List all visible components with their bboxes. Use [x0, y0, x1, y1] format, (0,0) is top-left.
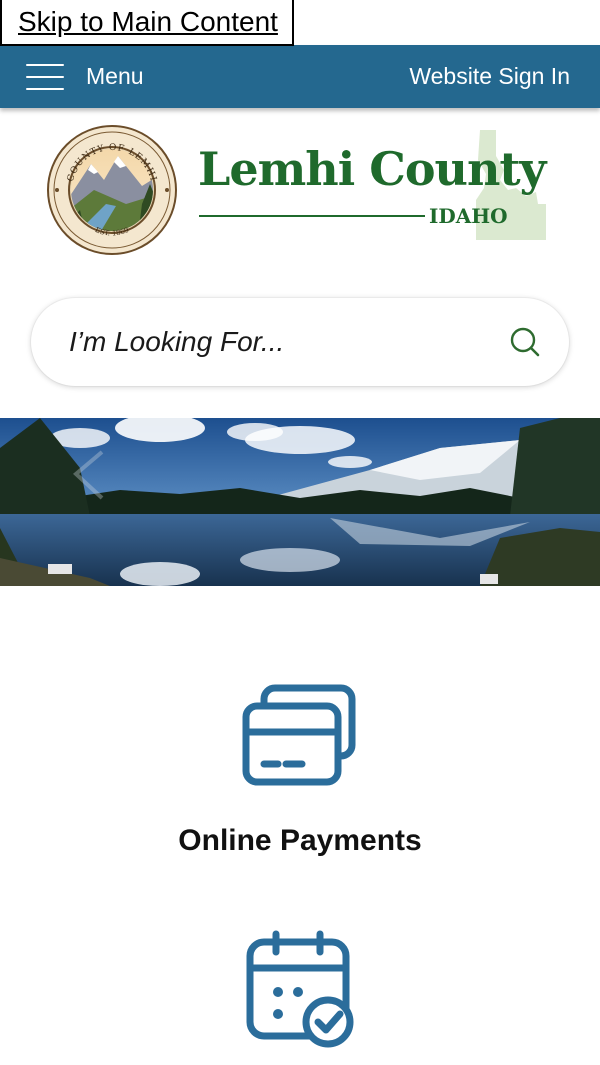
logo-divider-line: [199, 215, 425, 217]
site-search: [31, 298, 569, 386]
county-name: Lemhi County: [198, 142, 546, 196]
search-input[interactable]: [67, 316, 467, 368]
hamburger-menu-icon: [26, 63, 64, 90]
skip-to-main-content-link[interactable]: Skip to Main Content: [0, 0, 294, 46]
site-logo[interactable]: COUNTY OF LEMHI EST. 1869 Lemhi County I…: [46, 122, 556, 256]
hero-banner-image: [0, 418, 600, 586]
search-icon[interactable]: [509, 326, 541, 358]
menu-label: Menu: [86, 63, 144, 89]
menu-button[interactable]: Menu: [26, 45, 144, 108]
credit-cards-icon: [242, 684, 356, 786]
state-name: IDAHO: [429, 204, 508, 228]
calendar-check-icon: [246, 930, 354, 1048]
county-seal-icon: COUNTY OF LEMHI EST. 1869: [47, 125, 177, 255]
online-payments-link[interactable]: Online Payments: [0, 684, 600, 864]
top-navigation-bar: Menu Website Sign In: [0, 45, 600, 108]
mountain-lake-photo: [0, 418, 600, 586]
calendar-quick-link[interactable]: [0, 930, 600, 1065]
website-sign-in-link[interactable]: Website Sign In: [409, 45, 570, 108]
online-payments-label: Online Payments: [178, 824, 422, 857]
